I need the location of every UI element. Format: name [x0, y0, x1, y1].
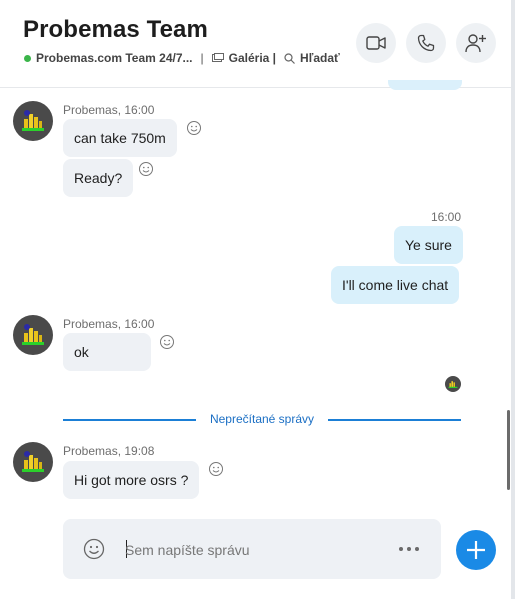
incoming-message[interactable]: Ready?: [63, 159, 134, 197]
online-status-dot: [24, 54, 31, 62]
read-receipt-avatar: [445, 376, 461, 392]
add-content-button[interactable]: [456, 530, 496, 570]
incoming-message[interactable]: ok: [63, 333, 151, 371]
add-participant-button[interactable]: [456, 23, 496, 63]
outgoing-message[interactable]: Ye sure: [394, 226, 463, 264]
scrollbar-thumb[interactable]: [507, 410, 510, 490]
team-logo-icon: [22, 324, 44, 345]
divider-line: [328, 419, 461, 421]
gallery-link[interactable]: Galéria |: [211, 51, 277, 65]
previous-message-edge: [388, 80, 462, 90]
chat-title: Probemas Team: [23, 16, 208, 43]
chat-window: Probemas Team Probemas.com Team 24/7... …: [0, 0, 515, 599]
gallery-label: Galéria |: [228, 51, 277, 65]
gallery-icon: [211, 53, 224, 62]
team-logo-icon: [22, 110, 44, 131]
plus-icon: [467, 541, 485, 559]
separator: |: [200, 51, 204, 65]
search-label: Hľadať: [300, 51, 340, 65]
emoji-reaction-icon[interactable]: [208, 461, 224, 477]
avatar[interactable]: [13, 315, 53, 355]
team-logo-icon: [448, 381, 458, 388]
emoji-reaction-icon[interactable]: [186, 120, 202, 136]
message-input[interactable]: [125, 539, 375, 561]
more-options-button[interactable]: [399, 547, 419, 551]
emoji-picker-icon[interactable]: [83, 538, 105, 560]
team-logo-icon: [22, 451, 44, 472]
avatar[interactable]: [13, 101, 53, 141]
phone-icon: [417, 34, 435, 52]
more-dot: [399, 547, 403, 551]
emoji-reaction-icon[interactable]: [159, 334, 175, 350]
status-text[interactable]: Probemas.com Team 24/7...: [36, 51, 193, 65]
sender-meta: Probemas, 19:08: [63, 444, 155, 458]
incoming-message[interactable]: can take 750m: [63, 119, 177, 157]
unread-divider: Neprečítané správy: [63, 411, 461, 429]
outgoing-message[interactable]: I'll come live chat: [331, 266, 460, 304]
message-composer: [63, 519, 441, 579]
chat-subline: Probemas.com Team 24/7... | Galéria | Hľ…: [24, 51, 340, 65]
emoji-reaction-icon[interactable]: [138, 161, 154, 177]
window-edge: [511, 0, 515, 599]
incoming-message[interactable]: Hi got more osrs ?: [63, 461, 200, 499]
add-person-icon: [465, 34, 486, 53]
sender-meta: Probemas, 16:00: [63, 103, 155, 117]
video-camera-icon: [366, 36, 386, 50]
sender-meta: Probemas, 16:00: [63, 317, 155, 331]
message-time: 16:00: [430, 210, 461, 224]
search-icon: [284, 52, 295, 64]
search-link[interactable]: Hľadať: [284, 51, 340, 65]
more-dot: [407, 547, 411, 551]
avatar[interactable]: [13, 442, 53, 482]
more-dot: [415, 547, 419, 551]
voice-call-button[interactable]: [406, 23, 446, 63]
video-call-button[interactable]: [356, 23, 396, 63]
chat-header: Probemas Team Probemas.com Team 24/7... …: [0, 0, 511, 90]
